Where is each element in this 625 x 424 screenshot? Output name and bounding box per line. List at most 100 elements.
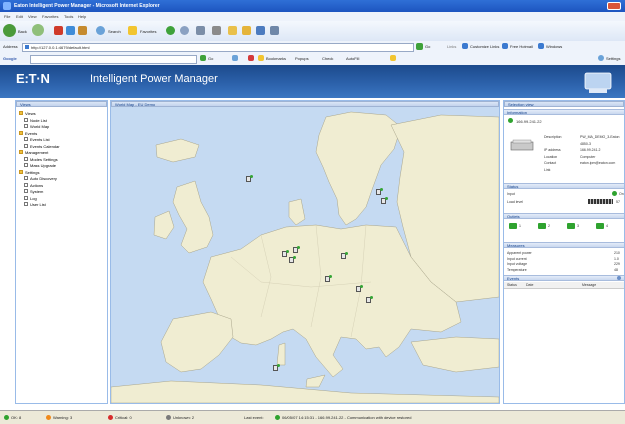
media-icon[interactable]	[166, 26, 175, 35]
go-label[interactable]: Go	[425, 44, 430, 49]
status-count-icon	[46, 415, 51, 420]
map-node-germany-3[interactable]	[293, 246, 300, 253]
tree-item[interactable]: Modes Settings	[24, 156, 104, 162]
events-col-message[interactable]: Message	[582, 283, 596, 287]
back-label[interactable]: Back	[18, 29, 27, 34]
google-check-label[interactable]: Check	[322, 56, 333, 61]
map-node-central[interactable]	[325, 275, 332, 282]
google-go-label[interactable]: Go	[208, 56, 213, 61]
page-icon	[24, 182, 28, 187]
print-icon[interactable]	[212, 26, 221, 35]
link-windows[interactable]: Windows	[546, 44, 562, 49]
tree-item[interactable]: Auto Discovery	[24, 175, 104, 181]
outlet-icon[interactable]	[538, 223, 546, 229]
edit-icon[interactable]	[228, 26, 237, 35]
tree-item[interactable]: Mass Upgrade	[24, 162, 104, 168]
outlets-section-header[interactable]: Outlets	[504, 213, 624, 219]
tree-item[interactable]: Events List	[24, 136, 104, 142]
messenger-icon[interactable]	[256, 26, 265, 35]
map-node-uk[interactable]	[246, 175, 253, 182]
measure-label: Input voltage	[507, 262, 528, 266]
close-window-button[interactable]	[607, 2, 621, 10]
go-arrow-icon[interactable]	[416, 43, 423, 50]
map-node-germany[interactable]	[282, 250, 289, 257]
menu-file[interactable]: File	[4, 14, 10, 19]
map-node-sweden[interactable]	[381, 197, 388, 204]
back-icon[interactable]	[3, 24, 16, 37]
favorites-star-icon[interactable]	[128, 26, 137, 35]
home-icon[interactable]	[78, 26, 87, 35]
outlet-icon[interactable]	[509, 223, 517, 229]
google-search-input[interactable]	[30, 55, 197, 64]
research-icon[interactable]	[270, 26, 279, 35]
folder-icon[interactable]	[242, 26, 251, 35]
refresh-icon[interactable]	[66, 26, 75, 35]
page-icon	[24, 176, 28, 180]
tree-folder[interactable]: Views	[19, 110, 99, 116]
google-pagerank-icon[interactable]	[248, 55, 254, 61]
mail-icon[interactable]	[196, 26, 205, 35]
forward-icon[interactable]	[32, 24, 44, 36]
menu-help[interactable]: Help	[78, 14, 86, 19]
menu-tools[interactable]: Tools	[64, 14, 73, 19]
tree-item[interactable]: User List	[24, 201, 104, 207]
highlight-icon[interactable]	[390, 55, 396, 61]
status-count-label[interactable]: OK: 8	[11, 415, 21, 420]
map-node-sweden-2[interactable]	[376, 188, 383, 195]
tree-item[interactable]: Actions	[24, 182, 104, 188]
tree-label: User List	[30, 202, 46, 207]
tree-item[interactable]: Events Calendar	[24, 143, 104, 149]
information-section-header[interactable]: Information	[504, 109, 624, 115]
links-label[interactable]: Links	[447, 44, 456, 49]
info-field-label: Contact	[544, 161, 557, 165]
outlet-icon[interactable]	[596, 223, 604, 229]
map-node-balkans-2[interactable]	[366, 296, 373, 303]
events-expand-icon[interactable]	[617, 276, 621, 280]
search-label[interactable]: Search	[108, 29, 121, 34]
status-count-label[interactable]: Warning: 3	[53, 415, 72, 420]
page-icon	[24, 202, 28, 206]
map-node-spain[interactable]	[273, 364, 280, 371]
tree-item[interactable]: System	[24, 188, 104, 194]
tree-label: Management	[25, 150, 49, 155]
status-count-label[interactable]: Unknown: 2	[173, 415, 194, 420]
stop-icon[interactable]	[54, 26, 63, 35]
tree-folder[interactable]: Events	[19, 130, 99, 136]
google-go-icon[interactable]	[200, 55, 206, 61]
google-popups-label[interactable]: Popups	[295, 56, 309, 61]
map-node-poland[interactable]	[341, 252, 348, 259]
tree-folder[interactable]: Settings	[19, 169, 99, 175]
map-node-balkans[interactable]	[356, 285, 363, 292]
address-label: Address	[3, 44, 18, 49]
tree-item[interactable]: Log	[24, 195, 104, 201]
menu-edit[interactable]: Edit	[16, 14, 23, 19]
menu-favorites[interactable]: Favorites	[42, 14, 58, 19]
google-autofill-label[interactable]: AutoFill	[346, 56, 359, 61]
google-bookmarks-label[interactable]: Bookmarks	[266, 56, 286, 61]
outlet-icon[interactable]	[567, 223, 575, 229]
map-panel: World Map - EU Demo	[110, 100, 500, 404]
tree-item[interactable]: World Map	[24, 123, 104, 129]
status-count-label[interactable]: Critical: 0	[115, 415, 132, 420]
menu-view[interactable]: View	[28, 14, 37, 19]
google-settings-label[interactable]: Settings	[606, 56, 620, 61]
measures-section-header[interactable]: Measures	[504, 242, 624, 248]
search-icon[interactable]	[96, 26, 105, 35]
tree-folder[interactable]: Management	[19, 149, 99, 155]
map-node-germany-2[interactable]	[289, 256, 296, 263]
link-customize[interactable]: Customize Links	[470, 44, 499, 49]
address-input[interactable]: http://127.0.0.1:4679/default.html	[22, 43, 414, 52]
tree-item[interactable]: Node List	[24, 117, 104, 123]
events-col-date[interactable]: Date	[526, 283, 533, 287]
bookmarks-star-icon[interactable]	[258, 55, 264, 61]
google-extra-icon[interactable]	[232, 55, 238, 61]
europe-map[interactable]	[111, 107, 499, 403]
status-section-header[interactable]: Status	[504, 183, 624, 189]
link-hotmail[interactable]: Free Hotmail	[510, 44, 533, 49]
history-icon[interactable]	[180, 26, 189, 35]
favorites-label[interactable]: Favorites	[140, 29, 156, 34]
events-section-header[interactable]: Events	[504, 275, 624, 281]
google-settings-icon[interactable]	[598, 55, 604, 61]
device-status-icon	[508, 118, 513, 123]
events-col-status[interactable]: Status	[507, 283, 517, 287]
